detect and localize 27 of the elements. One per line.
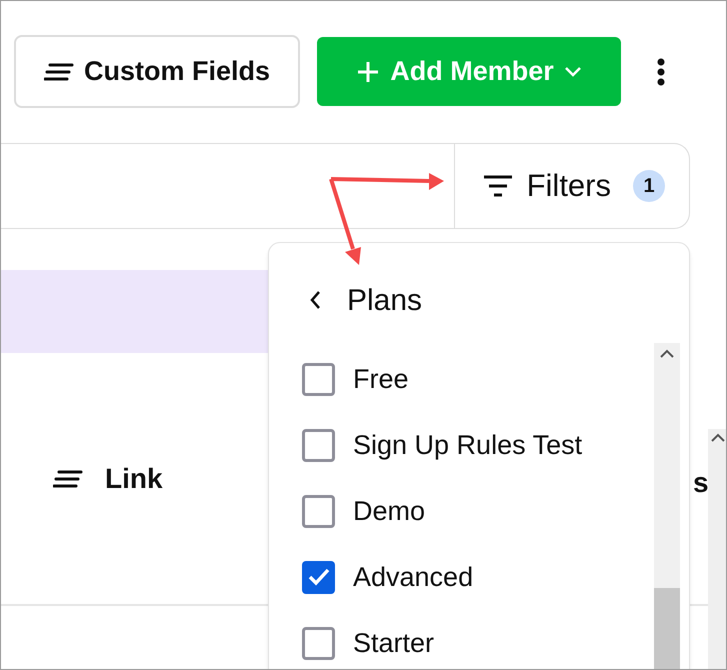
plan-option[interactable]: Advanced [302,544,654,610]
filter-count-badge: 1 [633,170,665,202]
checkbox[interactable] [302,494,335,528]
filter-icon [482,175,513,197]
menu-title: Plans [347,282,422,318]
checkbox[interactable] [302,362,335,396]
scrollbar-thumb[interactable] [654,588,680,669]
plan-option[interactable]: Free [302,346,654,412]
back-icon[interactable] [309,290,321,310]
custom-fields-button[interactable]: Custom Fields [14,35,300,108]
column-header: s [693,466,709,500]
checkbox[interactable] [302,428,335,462]
plus-icon [356,60,380,84]
lines-icon [44,62,74,80]
checkbox[interactable] [302,560,335,594]
plan-option[interactable]: Sign Up Rules Test [302,412,654,478]
more-icon[interactable] [656,58,666,86]
chevron-up-icon [660,349,674,358]
plan-option[interactable]: Starter [302,610,654,669]
lines-icon [53,470,83,488]
plan-option[interactable]: Demo [302,478,654,544]
chevron-down-icon [564,66,582,78]
check-icon [308,568,330,586]
filters-button[interactable]: Filters 1 [454,144,689,228]
checkbox[interactable] [302,626,335,660]
column-header: Link [105,462,163,496]
chevron-up-icon [711,433,725,442]
